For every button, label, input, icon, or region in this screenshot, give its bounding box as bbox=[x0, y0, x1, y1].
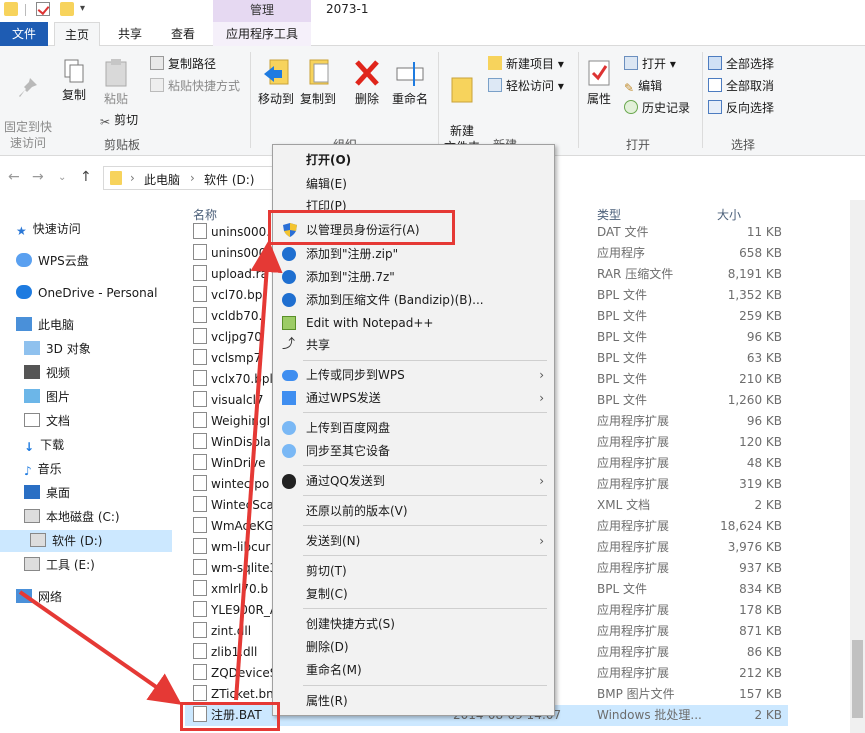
arrow-to-menu bbox=[234, 240, 283, 701]
arrow-to-file bbox=[18, 590, 182, 705]
annotation-arrows bbox=[18, 240, 283, 705]
